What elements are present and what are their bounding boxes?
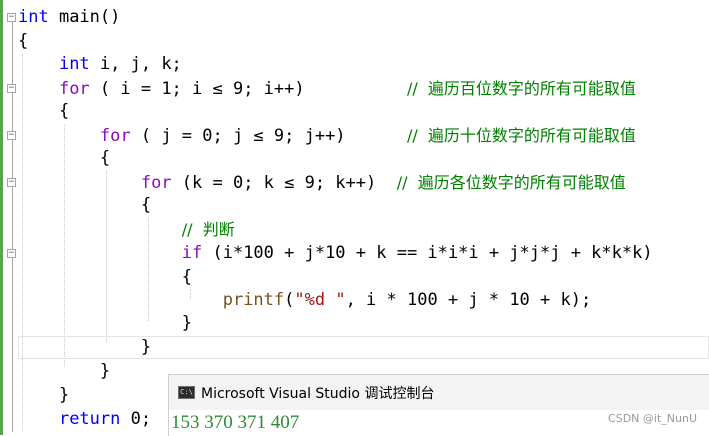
code-text: (: [284, 290, 295, 310]
console-output: 153 370 371 407: [171, 412, 300, 433]
keyword: for: [140, 173, 172, 193]
code-text: {: [18, 31, 29, 51]
collapse-for-j-icon[interactable]: −: [7, 131, 16, 140]
code-line-1[interactable]: int main(): [18, 6, 120, 29]
code-text: }: [181, 313, 193, 333]
code-line-18[interactable]: return 0;: [18, 408, 151, 431]
keyword: int: [18, 7, 49, 27]
code-comment: // 遍历十位数字的所有可能取值: [406, 126, 636, 145]
code-text: }: [58, 385, 70, 405]
code-line-11[interactable]: if (i*100 + j*10 + k == i*i*i + j*j*j + …: [18, 242, 653, 265]
code-comment: // 判断: [181, 220, 235, 239]
code-comment: // 遍历各位数字的所有可能取值: [396, 173, 626, 192]
code-text: {: [140, 195, 152, 215]
code-line-7[interactable]: {: [18, 147, 110, 170]
console-app-icon: C:\: [178, 386, 195, 399]
code-line-14[interactable]: }: [18, 312, 192, 335]
code-line-3[interactable]: int i, j, k;: [18, 53, 182, 76]
code-text: }: [140, 337, 152, 357]
code-editor[interactable]: − − − − − int main() { int i, j, k; for …: [0, 0, 709, 435]
console-titlebar[interactable]: C:\ Microsoft Visual Studio 调试控制台: [169, 375, 709, 410]
code-text: {: [181, 267, 193, 287]
code-text: (i*100 + j*10 + k == i*i*i + j*j*j + k*k…: [202, 243, 653, 263]
keyword: for: [99, 126, 131, 146]
code-line-12[interactable]: {: [18, 266, 192, 289]
keyword: for: [58, 79, 90, 99]
code-text: (k = 0; k ≤ 9; k++): [171, 173, 377, 193]
collapse-for-k-icon[interactable]: −: [7, 178, 16, 187]
code-line-17[interactable]: }: [18, 384, 69, 407]
code-line-6[interactable]: for ( j = 0; j ≤ 9; j++) // 遍历十位数字的所有可能取…: [18, 124, 636, 147]
code-line-13[interactable]: printf("%d ", i * 100 + j * 10 + k);: [18, 289, 592, 312]
code-text: ( j = 0; j ≤ 9; j++): [130, 126, 346, 146]
console-title: Microsoft Visual Studio 调试控制台: [201, 385, 435, 402]
code-text: {: [99, 148, 111, 168]
keyword: return: [58, 409, 121, 429]
collapse-main-icon[interactable]: −: [7, 13, 16, 22]
code-text: , i * 100 + j * 10 + k);: [345, 290, 592, 310]
code-text: {: [58, 101, 70, 121]
code-text: }: [99, 361, 111, 381]
code-line-16[interactable]: }: [18, 360, 110, 383]
code-line-4[interactable]: for ( i = 1; i ≤ 9; i++) // 遍历百位数字的所有可能取…: [18, 77, 636, 100]
collapse-for-i-icon[interactable]: −: [7, 84, 16, 93]
keyword: if: [181, 243, 203, 263]
code-comment: // 遍历百位数字的所有可能取值: [406, 79, 636, 98]
collapse-if-icon[interactable]: −: [7, 249, 16, 258]
code-line-8[interactable]: for (k = 0; k ≤ 9; k++) // 遍历各位数字的所有可能取值: [18, 171, 626, 194]
code-text: 0;: [120, 409, 152, 429]
code-line-15[interactable]: }: [18, 336, 151, 359]
string-literal: "%d ": [294, 290, 346, 310]
code-text: ( i = 1; i ≤ 9; i++): [89, 79, 305, 99]
code-line-9[interactable]: {: [18, 194, 151, 217]
code-text: i, j, k;: [89, 54, 182, 74]
function-name: printf: [222, 290, 285, 310]
code-line-5[interactable]: {: [18, 100, 69, 123]
debug-console-window[interactable]: C:\ Microsoft Visual Studio 调试控制台 153 37…: [168, 374, 709, 436]
keyword: int: [58, 54, 90, 74]
editor-gutter: − − − − −: [3, 0, 18, 435]
code-text: main(): [48, 7, 121, 27]
code-line-10[interactable]: // 判断: [18, 218, 235, 241]
watermark: CSDN @it_NunU: [608, 412, 697, 425]
code-line-2[interactable]: {: [18, 30, 28, 53]
